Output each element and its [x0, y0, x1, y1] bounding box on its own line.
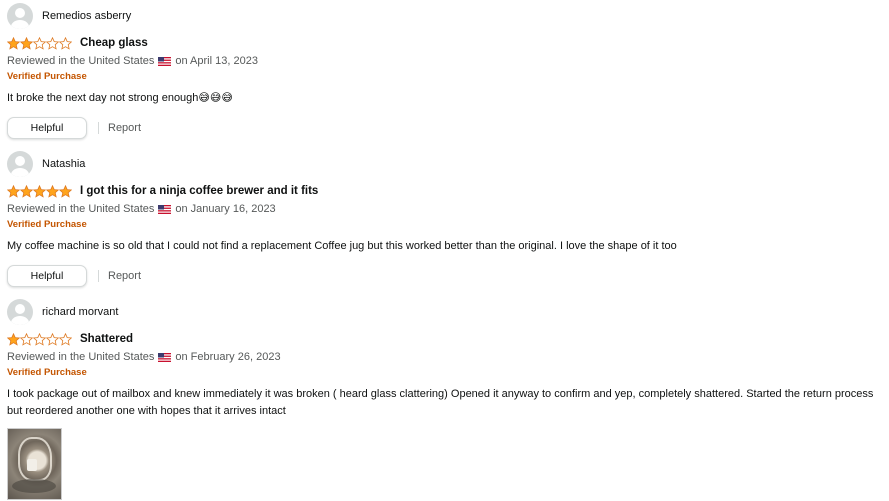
helpful-button[interactable]: Helpful — [7, 117, 87, 139]
star-rating[interactable] — [7, 184, 72, 198]
avatar[interactable] — [7, 151, 33, 177]
default-avatar-icon — [11, 304, 29, 325]
star-filled-icon — [59, 184, 72, 198]
default-avatar-icon — [11, 8, 29, 29]
review-body: I took package out of mailbox and knew i… — [7, 388, 874, 417]
verified-purchase-badge: Verified Purchase — [7, 219, 87, 230]
review-title[interactable]: I got this for a ninja coffee brewer and… — [80, 185, 318, 197]
star-filled-icon — [7, 36, 20, 50]
verified-purchase-badge: Verified Purchase — [7, 71, 87, 82]
review-location: Reviewed in the United States — [7, 55, 155, 67]
verified-purchase-badge: Verified Purchase — [7, 367, 87, 378]
review-body: My coffee machine is so old that I could… — [7, 240, 677, 252]
review: Natashia I got this for a ninja coffee b… — [7, 151, 881, 288]
review-date-text: on January 16, 2023 — [175, 203, 276, 215]
star-rating[interactable] — [7, 332, 72, 346]
review-profile[interactable]: richard morvant — [7, 299, 881, 325]
star-filled-icon — [20, 184, 33, 198]
star-filled-icon — [7, 332, 20, 346]
review-date-text: on April 13, 2023 — [175, 55, 258, 67]
review-body: It broke the next day not strong enough😅… — [7, 92, 233, 104]
broken-glass-image-detail — [27, 459, 37, 471]
review-actions: Helpful Report — [7, 116, 881, 140]
star-rating[interactable] — [7, 36, 72, 50]
review-location: Reviewed in the United States — [7, 203, 155, 215]
review-location: Reviewed in the United States — [7, 351, 155, 363]
report-link[interactable]: Report — [108, 122, 141, 134]
default-avatar-icon — [11, 156, 29, 177]
star-empty-icon — [33, 332, 46, 346]
star-filled-icon — [33, 184, 46, 198]
review-date: Reviewed in the United States on January… — [7, 202, 881, 216]
reviews-list: Remedios asberry Cheap glass Reviewed in… — [0, 0, 889, 501]
broken-glass-image-detail — [12, 479, 56, 493]
profile-name[interactable]: Remedios asberry — [42, 10, 131, 22]
review-date: Reviewed in the United States on April 1… — [7, 54, 881, 68]
star-empty-icon — [20, 332, 33, 346]
review-profile[interactable]: Remedios asberry — [7, 3, 881, 29]
us-flag-icon — [158, 352, 172, 362]
profile-name[interactable]: richard morvant — [42, 306, 118, 318]
helpful-button[interactable]: Helpful — [7, 265, 87, 287]
star-filled-icon — [7, 184, 20, 198]
us-flag-icon — [158, 204, 172, 214]
star-filled-icon — [20, 36, 33, 50]
star-empty-icon — [59, 36, 72, 50]
review-title[interactable]: Shattered — [80, 333, 133, 345]
report-link[interactable]: Report — [108, 270, 141, 282]
star-empty-icon — [33, 36, 46, 50]
divider — [98, 270, 99, 282]
star-filled-icon — [46, 184, 59, 198]
review-image-thumbnail[interactable] — [7, 428, 62, 500]
avatar[interactable] — [7, 299, 33, 325]
review: Remedios asberry Cheap glass Reviewed in… — [7, 3, 881, 140]
avatar[interactable] — [7, 3, 33, 29]
divider — [98, 122, 99, 134]
review-actions: Helpful Report — [7, 264, 881, 288]
review: richard morvant Shattered Reviewed in th… — [7, 299, 881, 500]
review-date: Reviewed in the United States on Februar… — [7, 350, 881, 364]
profile-name[interactable]: Natashia — [42, 158, 85, 170]
review-title[interactable]: Cheap glass — [80, 37, 148, 49]
star-empty-icon — [46, 332, 59, 346]
us-flag-icon — [158, 56, 172, 66]
star-empty-icon — [59, 332, 72, 346]
star-empty-icon — [46, 36, 59, 50]
review-profile[interactable]: Natashia — [7, 151, 881, 177]
review-date-text: on February 26, 2023 — [175, 351, 281, 363]
